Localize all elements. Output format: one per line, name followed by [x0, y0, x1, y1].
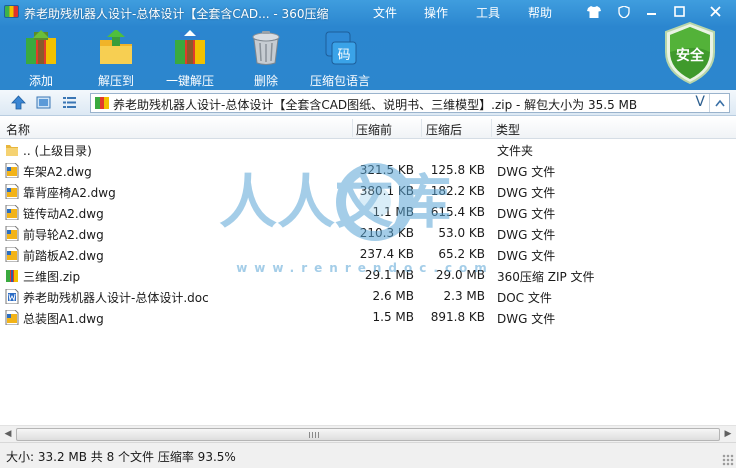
delete-trash-icon [248, 30, 284, 66]
file-name: 养老助残机器人设计-总体设计.doc [23, 291, 209, 305]
one-click-extract-label: 一键解压 [165, 74, 214, 88]
file-size-after: 891.8 KB [430, 310, 485, 324]
maximize-icon[interactable] [670, 3, 689, 20]
list-view-icon[interactable] [62, 95, 77, 110]
scrollbar-grip-icon [309, 432, 319, 438]
menu-tools[interactable]: 工具 [476, 4, 500, 21]
address-dropdown-icon[interactable]: V [695, 94, 705, 110]
up-arrow-icon[interactable] [11, 95, 26, 110]
file-size-after: 2.3 MB [443, 289, 485, 303]
delete-label: 删除 [253, 74, 278, 88]
watermark-logo-text: 人人文库 [219, 168, 451, 236]
address-path: 养老助残机器人设计-总体设计【全套含CAD图纸、说明书、三维模型】.zip - … [113, 98, 638, 112]
file-name: 链传动A2.dwg [23, 207, 104, 221]
minimize-icon[interactable] [642, 3, 661, 20]
archive-language-icon: 码 [322, 30, 358, 66]
dwg-file-icon [5, 246, 19, 263]
title-bar[interactable]: 养老助残机器人设计-总体设计【全套含CAD... - 360压缩 文件 操作 工… [0, 0, 736, 24]
file-name: 三维图.zip [23, 270, 81, 284]
file-type: DWG 文件 [497, 228, 556, 242]
feedback-icon[interactable] [614, 3, 633, 20]
one-click-extract-button[interactable]: 一键解压 [153, 28, 227, 88]
file-type: DWG 文件 [497, 165, 556, 179]
file-size-before: 2.6 MB [372, 289, 414, 303]
scrollbar-thumb[interactable] [16, 428, 720, 441]
file-size-before: 1.5 MB [372, 310, 414, 324]
menu-help[interactable]: 帮助 [528, 4, 552, 21]
list-item[interactable]: 总装图A1.dwg 1.5 MB 891.8 KB DWG 文件 [0, 307, 736, 328]
column-divider[interactable] [421, 119, 422, 137]
address-up-icon[interactable] [709, 94, 729, 112]
dwg-file-icon [5, 225, 19, 242]
resize-grip-icon[interactable] [722, 454, 734, 466]
file-type: 360压缩 ZIP 文件 [497, 270, 595, 284]
menu-operation[interactable]: 操作 [424, 4, 448, 21]
list-item[interactable]: 养老助残机器人设计-总体设计.doc 2.6 MB 2.3 MB DOC 文件 [0, 286, 736, 307]
file-name: 靠背座椅A2.dwg [23, 186, 116, 200]
column-divider[interactable] [352, 119, 353, 137]
delete-button[interactable]: 删除 [229, 28, 303, 88]
file-type: DWG 文件 [497, 312, 556, 326]
column-compressed-before[interactable]: 压缩前 [356, 121, 392, 138]
file-name: 前踏板A2.dwg [23, 249, 104, 263]
thumbnail-view-icon[interactable] [36, 95, 51, 110]
extract-to-label: 解压到 [97, 74, 134, 88]
watermark: 人人文库 www.renrendoc.com [215, 160, 505, 280]
column-divider[interactable] [491, 119, 492, 137]
doc-file-icon [5, 288, 19, 305]
file-type: DWG 文件 [497, 186, 556, 200]
address-row: 养老助残机器人设计-总体设计【全套含CAD图纸、说明书、三维模型】.zip - … [0, 90, 736, 116]
status-bar: 大小: 33.2 MB 共 8 个文件 压缩率 93.5% [0, 442, 736, 468]
file-list-header: 名称 压缩前 压缩后 类型 [0, 117, 736, 139]
status-text: 大小: 33.2 MB 共 8 个文件 压缩率 93.5% [6, 450, 236, 464]
dwg-file-icon [5, 204, 19, 221]
file-type: 文件夹 [497, 144, 534, 158]
add-label: 添加 [28, 74, 53, 88]
horizontal-scrollbar[interactable]: ◀ ▶ [0, 425, 736, 442]
list-item[interactable]: .. (上级目录) 文件夹 [0, 139, 736, 160]
scroll-left-icon[interactable]: ◀ [1, 428, 15, 441]
close-icon[interactable] [702, 3, 728, 20]
extract-to-button[interactable]: 解压到 [79, 28, 153, 88]
menu-file[interactable]: 文件 [373, 4, 397, 21]
dwg-file-icon [5, 309, 19, 326]
window-header: 养老助残机器人设计-总体设计【全套含CAD... - 360压缩 文件 操作 工… [0, 0, 736, 90]
security-badge-label: 安全 [676, 47, 705, 64]
add-archive-icon [23, 30, 59, 66]
archive-language-button[interactable]: 码 压缩包语言 [303, 28, 377, 88]
skin-shirt-icon[interactable] [584, 3, 603, 20]
one-click-extract-icon [172, 30, 208, 66]
column-name[interactable]: 名称 [6, 121, 30, 138]
file-type: DWG 文件 [497, 207, 556, 221]
column-compressed-after[interactable]: 压缩后 [426, 121, 462, 138]
app-logo-icon [4, 5, 19, 18]
security-shield-icon[interactable]: 安全 [664, 21, 716, 85]
archive-language-label: 压缩包语言 [309, 74, 370, 88]
file-type: DOC 文件 [497, 291, 552, 305]
add-button[interactable]: 添加 [4, 28, 78, 88]
file-name: 前导轮A2.dwg [23, 228, 104, 242]
scroll-right-icon[interactable]: ▶ [721, 428, 735, 441]
file-type: DWG 文件 [497, 249, 556, 263]
extract-to-icon [98, 29, 134, 66]
archive-zip-icon [95, 97, 109, 112]
file-name: .. (上级目录) [23, 144, 92, 158]
language-icon-glyph: 码 [337, 48, 350, 63]
file-name: 总装图A1.dwg [23, 312, 104, 326]
folder-icon [5, 142, 19, 157]
column-type[interactable]: 类型 [496, 121, 520, 138]
file-name: 车架A2.dwg [23, 165, 92, 179]
zip-file-icon [5, 268, 19, 283]
window-title: 养老助残机器人设计-总体设计【全套含CAD... - 360压缩 [24, 7, 329, 21]
address-bar[interactable]: 养老助残机器人设计-总体设计【全套含CAD图纸、说明书、三维模型】.zip - … [90, 93, 730, 113]
watermark-url: www.renrendoc.com [236, 261, 494, 275]
dwg-file-icon [5, 162, 19, 179]
dwg-file-icon [5, 183, 19, 200]
